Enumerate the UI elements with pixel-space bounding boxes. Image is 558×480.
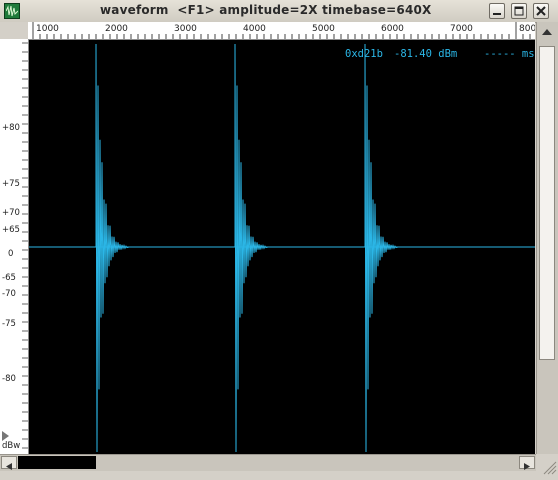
- scroll-right-button[interactable]: [519, 456, 535, 470]
- time-ruler-label: 3000: [174, 24, 197, 34]
- amplitude-ruler-label: -75: [2, 319, 16, 329]
- amplitude-ruler-ticks: [22, 42, 28, 449]
- maximize-button[interactable]: [511, 3, 527, 19]
- amplitude-ruler-label: -65: [2, 273, 16, 283]
- time-ruler-label: 6000: [381, 24, 404, 34]
- amplitude-ruler-label: -80: [2, 374, 16, 384]
- resize-grip-icon: [543, 461, 557, 475]
- time-ruler-label: 1000: [36, 24, 59, 34]
- amplitude-ruler-label: +65: [2, 225, 20, 235]
- vertical-scrollbar[interactable]: [536, 22, 558, 470]
- vertical-scroll-thumb[interactable]: [539, 46, 555, 360]
- time-ruler-label: 4000: [243, 24, 266, 34]
- close-icon: [536, 6, 546, 16]
- amplitude-ruler-label: 0: [8, 249, 14, 259]
- level-readout: -81.40 dBm: [394, 48, 458, 60]
- time-ruler-label: 8000: [519, 24, 535, 34]
- time-ruler: 1000 2000 3000 4000 5000 6000 7000 8000: [28, 22, 535, 40]
- amplitude-ruler-label: +70: [2, 208, 20, 218]
- scroll-left-button[interactable]: [1, 456, 17, 470]
- minimize-button[interactable]: [489, 3, 505, 19]
- time-readout: ----- ms: [484, 48, 535, 60]
- window-title: waveform <F1> amplitude=2X timebase=640X: [100, 3, 432, 17]
- amplitude-ruler-label: +80: [2, 123, 20, 133]
- horizontal-scroll-thumb[interactable]: [18, 456, 96, 469]
- ruler-left-arrow-icon: [2, 431, 9, 441]
- waveform-trace-canvas: [29, 43, 535, 453]
- waveform-window: waveform <F1> amplitude=2X timebase=640X…: [0, 0, 558, 476]
- amplitude-unit-label: dBw: [2, 441, 21, 451]
- time-ruler-label: 7000: [450, 24, 473, 34]
- scroll-right-icon: [524, 463, 530, 470]
- title-bar[interactable]: waveform <F1> amplitude=2X timebase=640X: [0, 0, 558, 23]
- waveform-spike-3: [364, 43, 399, 453]
- waveform-spike-1: [95, 43, 130, 453]
- time-ruler-label: 2000: [105, 24, 128, 34]
- amplitude-ruler-label: +75: [2, 179, 20, 189]
- amplitude-ruler-label: -70: [2, 289, 16, 299]
- close-button[interactable]: [533, 3, 549, 19]
- maximize-icon: [514, 6, 524, 16]
- sample-address-readout: 0xd21b: [345, 48, 383, 60]
- scroll-up-icon[interactable]: [540, 26, 554, 38]
- ruler-corner: [0, 22, 28, 39]
- horizontal-scrollbar[interactable]: [0, 454, 536, 471]
- waveform-spike-2: [234, 43, 269, 453]
- waveform-app-icon[interactable]: [4, 3, 20, 19]
- waveform-plot[interactable]: 0xd21b -81.40 dBm ----- ms: [29, 40, 535, 454]
- scroll-left-icon: [6, 463, 12, 470]
- time-ruler-label: 5000: [312, 24, 335, 34]
- minimize-icon: [493, 13, 501, 15]
- resize-grip[interactable]: [536, 454, 558, 476]
- amplitude-ruler: +80 +75 +70 +65 0 -65 -70 -75 -80 dBw: [0, 39, 29, 454]
